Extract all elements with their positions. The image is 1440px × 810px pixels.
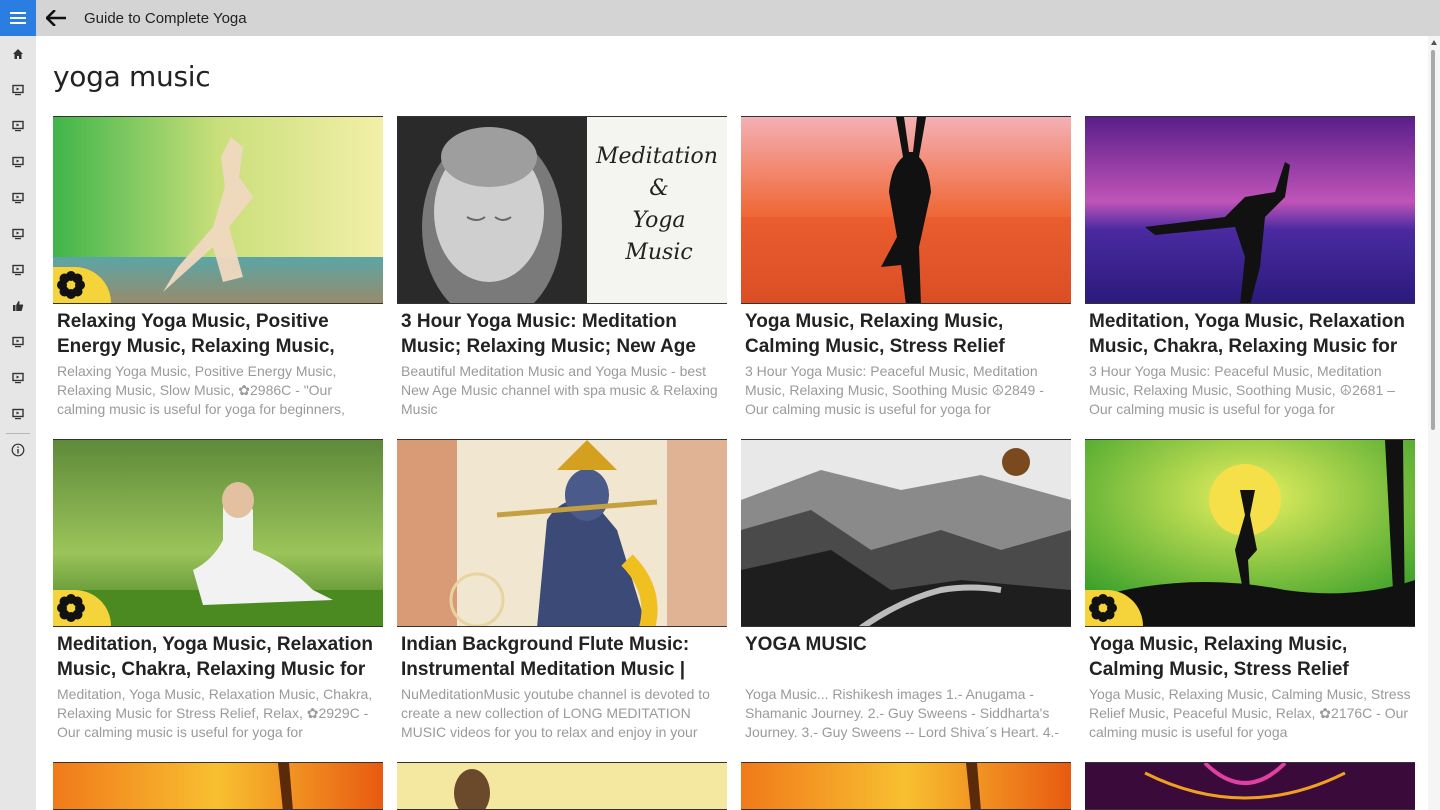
video-thumbnail[interactable]: Meditation & Yoga Music — [397, 116, 727, 304]
video-title[interactable]: 3 Hour Yoga Music: Meditation Music; Rel… — [401, 309, 723, 359]
video-thumbnail[interactable] — [53, 439, 383, 627]
back-button[interactable] — [38, 0, 74, 36]
nav-info[interactable] — [0, 432, 36, 468]
nav-rail — [0, 36, 36, 810]
video-icon — [12, 156, 24, 168]
video-title[interactable]: Meditation, Yoga Music, Relaxation Music… — [57, 632, 379, 682]
flower-icon — [57, 594, 85, 622]
nav-video-1[interactable] — [0, 72, 36, 108]
video-title[interactable]: Relaxing Yoga Music, Positive Energy Mus… — [57, 309, 379, 359]
video-description: Relaxing Yoga Music, Positive Energy Mus… — [57, 363, 345, 417]
nav-video-5[interactable] — [0, 216, 36, 252]
video-title[interactable]: Yoga Music, Relaxing Music, Calming Musi… — [1089, 632, 1411, 682]
thumb-text-yoga: Yoga — [632, 208, 685, 233]
thumb-text-ampersand: & — [649, 176, 669, 201]
back-arrow-icon — [46, 10, 66, 26]
nav-video-3[interactable] — [0, 144, 36, 180]
video-thumbnail[interactable] — [1085, 762, 1415, 810]
home-icon — [13, 49, 23, 59]
hamburger-icon — [10, 12, 26, 14]
video-title[interactable]: YOGA MUSIC — [745, 632, 1067, 657]
thumb-text-music: Music — [624, 240, 692, 265]
video-thumbnail[interactable] — [741, 439, 1071, 627]
video-description: Yoga Music... Rishikesh images 1.- Anuga… — [745, 686, 1060, 740]
video-icon — [12, 84, 24, 96]
video-description: Beautiful Meditation Music and Yoga Musi… — [401, 363, 718, 417]
video-thumbnail[interactable] — [741, 762, 1071, 810]
video-icon — [12, 408, 24, 420]
video-description: NuMeditationMusic youtube channel is dev… — [401, 686, 710, 740]
video-icon — [12, 264, 24, 276]
video-description: 3 Hour Yoga Music: Peaceful Music, Medit… — [745, 363, 1044, 417]
nav-video-6[interactable] — [0, 252, 36, 288]
video-description: Yoga Music, Relaxing Music, Calming Musi… — [1089, 686, 1411, 740]
title-bar: Guide to Complete Yoga — [0, 0, 1440, 36]
app-title: Guide to Complete Yoga — [84, 9, 247, 27]
video-thumbnail[interactable] — [741, 116, 1071, 304]
thumb-text-meditation: Meditation — [595, 144, 718, 169]
nav-video-9[interactable] — [0, 396, 36, 432]
video-thumbnail[interactable] — [1085, 439, 1415, 627]
scroll-thumb[interactable] — [1431, 50, 1435, 430]
nav-video-2[interactable] — [0, 108, 36, 144]
video-thumbnail[interactable] — [397, 762, 727, 810]
page-title: yoga music — [53, 60, 211, 93]
info-icon — [11, 443, 25, 457]
video-description: 3 Hour Yoga Music: Peaceful Music, Medit… — [1089, 363, 1395, 417]
video-icon — [12, 120, 24, 132]
thumbs-up-icon — [13, 301, 24, 311]
nav-home[interactable] — [0, 36, 36, 72]
video-thumbnail[interactable] — [53, 116, 383, 304]
hamburger-icon-line — [10, 22, 26, 24]
video-thumbnail[interactable] — [397, 439, 727, 627]
nav-video-4[interactable] — [0, 180, 36, 216]
scroll-up-arrow-icon[interactable] — [1431, 40, 1437, 45]
nav-video-7[interactable] — [0, 324, 36, 360]
flower-icon — [57, 271, 85, 299]
video-thumbnail[interactable] — [1085, 116, 1415, 304]
video-thumbnail[interactable] — [53, 762, 383, 810]
hamburger-menu-button[interactable] — [0, 0, 36, 36]
video-description: Meditation, Yoga Music, Relaxation Music… — [57, 686, 373, 740]
video-icon — [12, 372, 24, 384]
video-icon — [12, 336, 24, 348]
video-title[interactable]: Meditation, Yoga Music, Relaxation Music… — [1089, 309, 1411, 359]
video-title[interactable]: Yoga Music, Relaxing Music, Calming Musi… — [745, 309, 1067, 359]
video-icon — [12, 192, 24, 204]
nav-like[interactable] — [0, 288, 36, 324]
vertical-scrollbar[interactable] — [1428, 36, 1440, 810]
video-title[interactable]: Indian Background Flute Music: Instrumen… — [401, 632, 723, 682]
flower-icon — [1089, 594, 1117, 622]
hamburger-icon-line — [10, 17, 26, 19]
video-icon — [12, 228, 24, 240]
nav-video-8[interactable] — [0, 360, 36, 396]
